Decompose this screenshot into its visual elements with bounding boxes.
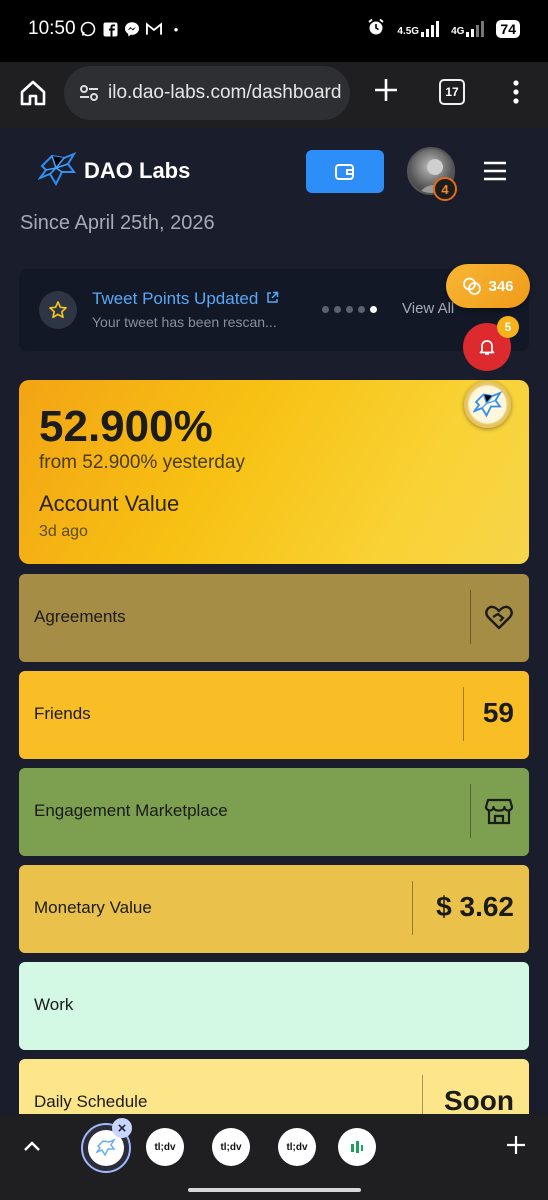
row-divider [470, 784, 471, 838]
agreements-row[interactable]: Agreements [19, 574, 529, 662]
points-count: 346 [488, 277, 514, 295]
dao-token-icon [472, 390, 502, 417]
account-label: Account Value [39, 491, 180, 516]
row-label: Monetary Value [34, 898, 152, 917]
chevron-up-icon[interactable] [22, 1136, 42, 1156]
account-comparison: from 52.900% yesterday [39, 452, 245, 473]
dashboard-page: DAO Labs 4 Since April 25th, 2026 Tweet … [0, 128, 548, 1114]
schedule-status: Soon [444, 1085, 514, 1114]
friends-row[interactable]: Friends 59 [19, 671, 529, 759]
notification-count-badge: 5 [497, 316, 519, 338]
row-divider [412, 881, 413, 935]
home-icon [20, 80, 46, 106]
clock: 10:50 [28, 18, 76, 39]
row-label: Work [34, 995, 74, 1014]
gmail-icon [146, 21, 162, 37]
carousel-dot[interactable] [322, 306, 329, 313]
engagement-marketplace-row[interactable]: Engagement Marketplace [19, 768, 529, 856]
site-settings-icon[interactable] [78, 82, 100, 104]
tab-switcher-button[interactable]: 17 [439, 79, 465, 105]
ticker-subtitle: Your tweet has been rescan... [92, 314, 277, 330]
browser-menu-button[interactable] [508, 78, 524, 106]
daily-schedule-row[interactable]: Daily Schedule Soon [19, 1059, 529, 1114]
star-icon [49, 301, 67, 319]
monetary-value: $ 3.62 [436, 891, 514, 922]
network-indicator-2: 4G [451, 20, 485, 37]
carousel-dot-active[interactable] [370, 306, 377, 313]
row-label: Friends [34, 704, 91, 723]
account-value-card[interactable]: 52.900% from 52.900% yesterday Account V… [19, 380, 529, 564]
tab-tldv-1[interactable]: tl;dv [146, 1128, 184, 1166]
external-link-icon [267, 291, 279, 303]
alarm-icon [367, 18, 385, 39]
more-vert-icon [513, 80, 519, 104]
carousel-dot[interactable] [334, 306, 341, 313]
row-divider [422, 1075, 423, 1114]
dao-labs-logo-icon[interactable] [37, 150, 78, 190]
status-bar: 10:50 • 4.5G 4G 74 [0, 0, 548, 62]
view-all-link[interactable]: View All [402, 300, 454, 317]
friends-count: 59 [482, 697, 514, 728]
tab-chart-app[interactable] [338, 1128, 376, 1166]
brand-name[interactable]: DAO Labs [84, 158, 190, 184]
hamburger-menu-button[interactable] [483, 161, 507, 181]
handshake-heart-icon [485, 605, 513, 630]
row-divider [463, 687, 464, 741]
chart-app-icon [351, 1141, 363, 1153]
system-icons: 4.5G 4G 74 [367, 18, 520, 39]
wallet-icon [335, 163, 354, 180]
row-divider [470, 590, 471, 644]
row-label: Agreements [34, 607, 126, 626]
close-tab-button[interactable]: × [112, 1118, 132, 1138]
ticker-title[interactable]: Tweet Points Updated [92, 289, 279, 309]
monetary-value-row[interactable]: Monetary Value $ 3.62 [19, 865, 529, 953]
since-date: Since April 25th, 2026 [20, 212, 215, 234]
level-badge: 4 [433, 177, 457, 201]
carousel-dot[interactable] [346, 306, 353, 313]
notification-icons: • [80, 21, 184, 37]
top-nav: DAO Labs 4 [0, 128, 548, 208]
url-text[interactable]: ilo.dao-labs.com/dashboard [108, 82, 341, 104]
network-indicator-1: 4.5G [397, 20, 440, 37]
carousel-dots [322, 306, 377, 313]
star-badge [39, 291, 77, 329]
account-time: 3d ago [39, 523, 88, 540]
carousel-dot[interactable] [358, 306, 365, 313]
tab-tldv-2[interactable]: tl;dv [212, 1128, 250, 1166]
battery-indicator: 74 [496, 19, 520, 38]
whatsapp-icon [80, 21, 96, 37]
tab-tldv-3[interactable]: tl;dv [278, 1128, 316, 1166]
bell-icon [479, 340, 495, 355]
plus-icon [375, 79, 397, 101]
work-row[interactable]: Work [19, 962, 529, 1050]
home-button[interactable] [18, 78, 48, 108]
messenger-icon [124, 21, 140, 37]
gesture-handle [188, 1188, 361, 1192]
dao-token-button[interactable] [464, 381, 511, 428]
menu-icon [484, 161, 506, 181]
more-notifications-dot: • [173, 21, 179, 37]
facebook-icon [102, 21, 118, 37]
new-tab-button[interactable] [372, 76, 400, 104]
add-tab-icon[interactable] [505, 1134, 527, 1156]
store-icon [484, 798, 514, 825]
coins-icon [463, 277, 482, 295]
address-bar[interactable]: ilo.dao-labs.com/dashboard [64, 66, 350, 120]
browser-toolbar: ilo.dao-labs.com/dashboard 17 [0, 62, 548, 128]
account-percent: 52.900% [39, 402, 213, 451]
points-button[interactable]: 346 [446, 264, 530, 308]
row-label: Engagement Marketplace [34, 801, 228, 820]
row-label: Daily Schedule [34, 1092, 148, 1111]
wallet-button[interactable] [306, 150, 384, 193]
